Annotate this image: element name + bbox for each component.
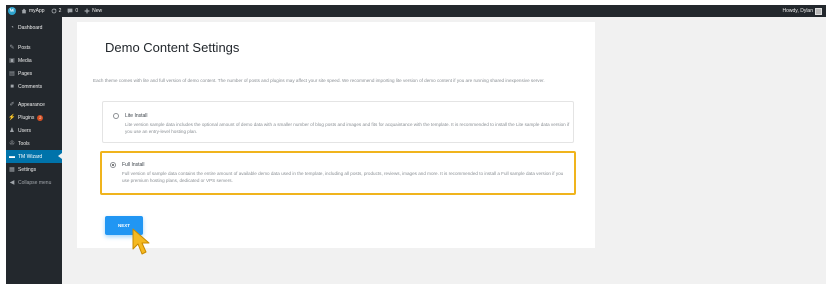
comments-count: 0 [75,8,79,14]
comment-bubble-icon [67,8,73,14]
users-icon: ♟ [9,127,15,134]
sidebar-item-label: Plugins [18,114,35,121]
lite-install-description: Lite version sample data includes the op… [125,122,570,134]
sidebar-item-label: Appearance [18,101,45,108]
sidebar-item-media[interactable]: ▣ Media [6,54,62,67]
wizard-icon: ▬ [9,153,15,160]
settings-icon: ▦ [9,166,15,173]
new-content-link[interactable]: New [81,5,105,17]
sidebar-item-tools[interactable]: ✇ Tools [6,137,62,150]
collapse-icon: ◀ [9,179,15,186]
wordpress-icon: W [8,7,16,15]
plugin-icon: ⚡ [8,114,16,121]
full-install-description: Full version of sample data contains the… [122,171,564,183]
lite-install-radio[interactable] [113,113,119,119]
full-install-radio[interactable] [110,162,116,168]
sidebar-item-label: Settings [18,166,37,173]
wordpress-logo-button[interactable]: W [6,5,18,17]
site-name-link[interactable]: myApp [18,5,48,17]
pages-icon: ▤ [9,70,15,77]
admin-bar: W myApp 2 0 New Howdy, Dylan [6,5,826,17]
sidebar-item-posts[interactable]: ✎ Posts [6,41,62,54]
sidebar-item-plugins[interactable]: ⚡ Plugins 2 [6,111,62,124]
sidebar-item-label: Comments [18,83,43,90]
media-icon: ▣ [9,57,15,64]
full-install-option[interactable]: Full Install Full version of sample data… [100,151,576,195]
pointer-cursor-icon [132,228,150,255]
admin-sidebar: ◔ Dashboard ✎ Posts ▣ Media ▤ Pages ■ Co… [6,17,62,284]
new-label: New [92,8,103,14]
brush-icon: ✐ [9,101,15,108]
dashboard-icon: ◔ [10,24,14,31]
updates-count: 2 [58,8,62,14]
page-title: Demo Content Settings [105,40,240,55]
sidebar-item-users[interactable]: ♟ Users [6,124,62,137]
sidebar-item-dashboard[interactable]: ◔ Dashboard [6,21,62,34]
lite-install-option[interactable]: Lite Install Lite version sample data in… [102,101,574,143]
pin-icon: ✎ [9,44,15,51]
plus-icon [84,8,90,14]
updates-link[interactable]: 2 [48,5,65,17]
sidebar-item-appearance[interactable]: ✐ Appearance [6,98,62,111]
lite-install-label: Lite Install [125,113,148,119]
sidebar-item-label: Users [18,127,32,134]
sidebar-item-pages[interactable]: ▤ Pages [6,67,62,80]
sidebar-item-tm-wizard[interactable]: ▬ TM Wizard [6,150,62,163]
intro-text: Each theme comes with lite and full vers… [93,78,545,83]
wrench-icon: ✇ [9,140,15,147]
sidebar-item-label: Pages [18,70,33,77]
sidebar-item-label: Tools [18,140,30,147]
sidebar-item-label: TM Wizard [18,153,43,160]
demo-content-card: Demo Content Settings Each theme comes w… [77,22,595,255]
sidebar-item-label: Collapse menu [18,179,52,186]
sidebar-item-label: Media [18,57,32,64]
home-icon [21,8,27,14]
account-menu[interactable]: Howdy, Dylan [782,7,826,15]
refresh-icon [51,8,56,14]
sidebar-item-comments[interactable]: ■ Comments [6,80,62,93]
full-install-label: Full Install [122,162,145,168]
screen: W myApp 2 0 New Howdy, Dylan ◔ Dashboard [6,5,826,284]
greeting-text: Howdy, Dylan [782,8,813,14]
comment-icon: ■ [10,83,14,90]
site-name: myApp [29,8,45,14]
sidebar-item-label: Posts [18,44,31,51]
avatar [815,7,822,15]
sidebar-item-label: Dashboard [18,24,43,31]
comments-link[interactable]: 0 [64,5,81,17]
sidebar-item-settings[interactable]: ▦ Settings [6,163,62,176]
collapse-menu-button[interactable]: ◀ Collapse menu [6,176,62,189]
plugins-update-badge: 2 [37,114,44,121]
